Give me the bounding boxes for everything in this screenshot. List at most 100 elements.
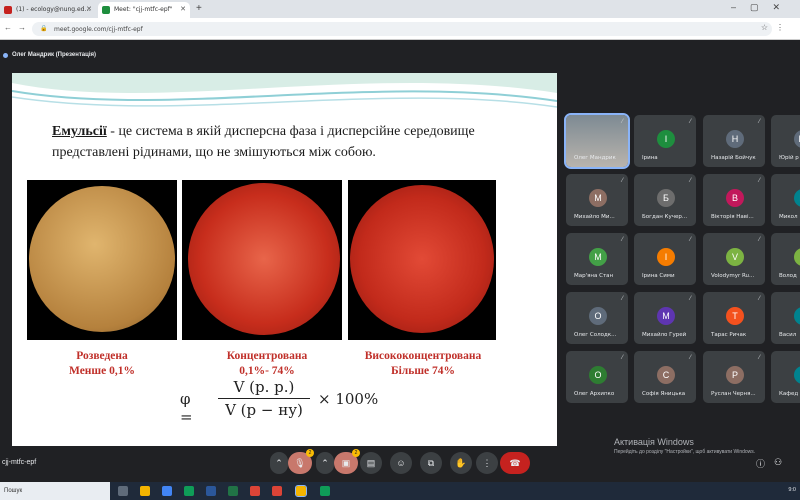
- slide-term: Емульсії: [52, 124, 107, 139]
- participant-name: Софія Яницька: [642, 391, 686, 397]
- caption-concentrated-title: Концентрована: [226, 350, 308, 362]
- mic-muted-icon: ⁄: [689, 178, 691, 184]
- mic-button[interactable]: 🎙 2: [288, 449, 314, 474]
- micrograph-highly-concentrated-field: [350, 185, 494, 333]
- camera-badge: 2: [352, 449, 360, 457]
- participant-tile[interactable]: С ⁄ Софія Яницька: [634, 351, 696, 403]
- participant-tile[interactable]: В ⁄ Вікторія Наві...: [703, 174, 765, 226]
- participant-tile[interactable]: М ⁄ Михайло Гурей: [634, 292, 696, 344]
- emoji-button[interactable]: ☺: [390, 452, 412, 474]
- participant-name: Вікторія Наві...: [711, 214, 754, 220]
- raise-hand-button[interactable]: ✋: [450, 452, 472, 474]
- mic-muted-icon: ⁄: [621, 296, 623, 302]
- participant-tile[interactable]: М⁄Микол: [771, 174, 800, 226]
- avatar: В: [726, 189, 744, 207]
- caption-highly-concentrated: Висококонцентрована Більше 74%: [348, 349, 498, 379]
- participant-tile[interactable]: V ⁄ Volodymyr Ru...: [703, 233, 765, 285]
- word-icon[interactable]: [206, 486, 216, 496]
- formula-numerator: V (р. р.): [233, 378, 295, 396]
- camera-options-button[interactable]: ⌃: [316, 452, 334, 474]
- avatar: К: [794, 366, 800, 384]
- participant-tile[interactable]: Т ⁄ Тарас Ричак: [703, 292, 765, 344]
- avatar: Н: [726, 130, 744, 148]
- participant-tile[interactable]: М ⁄ Михайло Ми...: [566, 174, 628, 226]
- avatar: I: [657, 130, 675, 148]
- participant-name: Олег Мандрик: [574, 155, 616, 161]
- excel-icon[interactable]: [228, 486, 238, 496]
- info-icon[interactable]: ⓘ: [756, 457, 765, 470]
- tab-meet[interactable]: Meet: "cjj-mtfc-epf" ✕: [98, 2, 190, 18]
- avatar: M: [589, 248, 607, 266]
- taskbar-search-placeholder: Пошук: [4, 488, 23, 494]
- more-options-button[interactable]: ⋮: [476, 452, 498, 474]
- new-tab-icon[interactable]: +: [196, 3, 202, 14]
- formula-lhs: φ =: [180, 390, 193, 426]
- browser-menu-icons[interactable]: ☆⋮: [761, 23, 792, 32]
- url-input[interactable]: 🔒 meet.google.com/cjj-mtfc-epf: [32, 22, 772, 36]
- participant-tile[interactable]: Ю⁄Юрій р: [771, 115, 800, 167]
- chrome-active-icon[interactable]: [295, 485, 307, 497]
- participant-tile[interactable]: О ⁄ Олег Архипко: [566, 351, 628, 403]
- task-view-icon[interactable]: [118, 486, 128, 496]
- leave-call-button[interactable]: ☎: [500, 452, 530, 474]
- captions-button[interactable]: ▤: [360, 452, 382, 474]
- taskbar-search[interactable]: Пошук: [0, 482, 110, 500]
- nav-buttons[interactable]: ←→: [4, 23, 32, 32]
- micrograph-concentrated-field: [188, 183, 340, 335]
- tab-ecology[interactable]: (1) - ecology@nung.ed... ✕: [0, 2, 96, 18]
- participant-tile[interactable]: К⁄Кафед: [771, 351, 800, 403]
- participant-name: Назарій Бойчук: [711, 155, 756, 161]
- caption-diluted-title: Розведена: [76, 350, 128, 362]
- participant-tile[interactable]: ⁄ Олег Мандрик: [564, 113, 630, 169]
- formula-denominator: V (р − ну): [225, 401, 303, 419]
- participant-tile[interactable]: I ⁄ Ірина Сими: [634, 233, 696, 285]
- participant-tile[interactable]: В⁄Васил: [771, 292, 800, 344]
- edge-icon[interactable]: [184, 486, 194, 496]
- caption-diluted: Розведена Менше 0,1%: [52, 349, 152, 379]
- micrograph-diluted: [27, 180, 177, 340]
- mic-muted-icon: ⁄: [758, 178, 760, 184]
- store-icon[interactable]: [162, 486, 172, 496]
- avatar: М: [589, 189, 607, 207]
- participant-name: Богдан Кучер...: [642, 214, 688, 220]
- chrome-icon[interactable]: [250, 486, 260, 496]
- participant-name: Тарас Ричак: [711, 332, 747, 338]
- windows-activation-notice: Активація Windows Перейдіть до розділу "…: [614, 437, 755, 455]
- mic-muted-icon: ⁄: [758, 237, 760, 243]
- mic-muted-icon: ⁄: [758, 119, 760, 125]
- close-icon[interactable]: ✕: [180, 5, 186, 13]
- window-controls[interactable]: –▢✕: [731, 2, 794, 13]
- participant-tile[interactable]: I ⁄ Ірина: [634, 115, 696, 167]
- taskbar-clock: 9:0: [788, 487, 796, 493]
- avatar: I: [657, 248, 675, 266]
- mic-muted-icon: ⁄: [621, 119, 623, 125]
- fraction-line: [218, 398, 310, 399]
- avatar: Р: [726, 366, 744, 384]
- formula-rhs: × 100%: [318, 390, 379, 408]
- windows-activation-title: Активація Windows: [614, 437, 694, 447]
- participant-name: Юрій р: [779, 155, 799, 161]
- close-icon[interactable]: ✕: [86, 5, 92, 13]
- avatar: Б: [657, 189, 675, 207]
- people-icon[interactable]: ⚇: [774, 457, 782, 468]
- slide-header-wave: [12, 73, 557, 108]
- app-icon[interactable]: [320, 486, 330, 496]
- participant-tile[interactable]: В⁄Волод: [771, 233, 800, 285]
- participant-tile[interactable]: M ⁄ Мар'яна Стан: [566, 233, 628, 285]
- file-explorer-icon[interactable]: [140, 486, 150, 496]
- participant-tile[interactable]: Р ⁄ Руслан Черня...: [703, 351, 765, 403]
- formula-fraction: V (р. р.) V (р − ну): [218, 378, 310, 419]
- mic-muted-icon: ⁄: [621, 178, 623, 184]
- participant-tile[interactable]: Н ⁄ Назарій Бойчук: [703, 115, 765, 167]
- participant-name: Мар'яна Стан: [574, 273, 614, 279]
- chrome-icon[interactable]: [272, 486, 282, 496]
- presentation-slide: Емульсії - це система в якій дисперсна ф…: [12, 73, 557, 446]
- participant-tile[interactable]: О ⁄ Олег Солодк...: [566, 292, 628, 344]
- participant-name: Михайло Ми...: [574, 214, 615, 220]
- participant-tile[interactable]: Б ⁄ Богдан Кучер...: [634, 174, 696, 226]
- mic-options-button[interactable]: ⌃: [270, 452, 288, 474]
- present-button[interactable]: ⧉: [420, 452, 442, 474]
- participant-name: Волод: [779, 273, 797, 279]
- windows-taskbar: Пошук 9:0: [0, 482, 800, 500]
- camera-button[interactable]: ▣ 2: [334, 449, 360, 474]
